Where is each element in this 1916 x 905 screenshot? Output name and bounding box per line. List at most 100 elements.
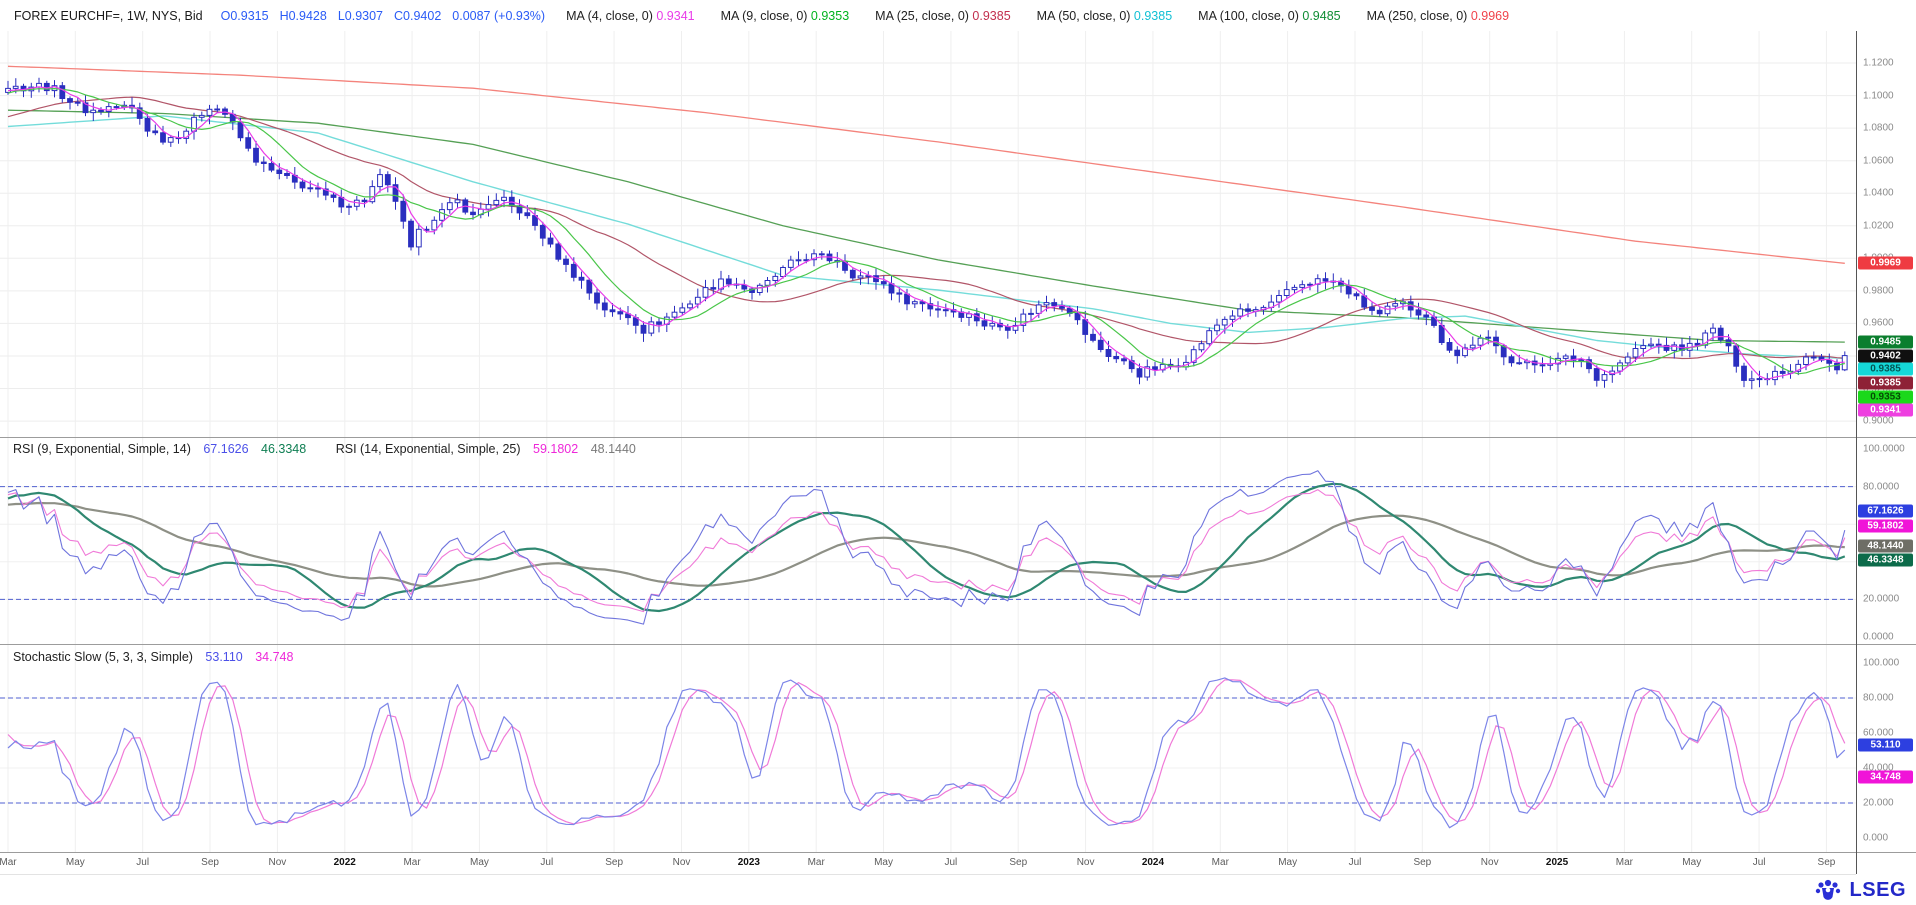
candle-body (1091, 334, 1096, 340)
candle-body (1517, 363, 1522, 364)
candle-body (1122, 359, 1127, 361)
ma-legend-value: 0.9341 (656, 9, 694, 23)
time-label: Nov (1077, 857, 1095, 868)
ma-legend-label: MA (4, close, 0) (566, 9, 656, 23)
candle-body (1284, 290, 1289, 296)
time-label: Nov (673, 857, 691, 868)
stochastic-axis[interactable]: 100.00080.00060.00040.00020.0000.00053.1… (1857, 644, 1916, 852)
candle-body (1106, 350, 1111, 357)
candle-body (1618, 363, 1623, 371)
candle-body (943, 310, 948, 311)
axis-value-tag: 46.3348 (1858, 554, 1913, 567)
lseg-logo: LSEG (1813, 878, 1906, 902)
candle-body (912, 302, 917, 304)
instrument-title: FOREX EURCHF=, 1W, NYS, Bid (14, 9, 203, 23)
ma-legend-value: 0.9385 (972, 9, 1010, 23)
candle-body (688, 304, 693, 308)
candle-body (595, 293, 600, 303)
axis-value-tag: 0.9341 (1858, 404, 1913, 417)
time-label: May (470, 857, 489, 868)
ma-legend-label: MA (250, close, 0) (1367, 9, 1471, 23)
candle-body (416, 229, 421, 247)
candle-body (1486, 337, 1491, 338)
candle-body (1509, 357, 1514, 363)
axis-border (1856, 31, 1857, 874)
candle-body (401, 201, 406, 221)
price-axis[interactable]: 1.12001.10001.08001.06001.04001.02001.00… (1857, 30, 1916, 437)
candle-body (168, 138, 173, 143)
axis-tick-label: 20.0000 (1863, 594, 1899, 605)
candle-body (1734, 346, 1739, 366)
candle-body (819, 254, 824, 255)
stochastic-chart[interactable] (0, 645, 1856, 852)
time-label: Sep (1009, 857, 1027, 868)
candle-body (1036, 305, 1041, 314)
axis-tick-label: 1.0200 (1863, 220, 1894, 231)
ma-legend-value: 0.9353 (811, 9, 849, 23)
candle-body (254, 148, 259, 162)
candle-body (788, 260, 793, 267)
lseg-crest-icon (1813, 878, 1843, 902)
high-value: H0.9428 (280, 9, 327, 23)
candle-body (331, 195, 336, 197)
candle-body (618, 312, 623, 314)
candle-body (1718, 328, 1723, 340)
candle-body (60, 86, 65, 99)
low-value: L0.9307 (338, 9, 383, 23)
axis-tick-label: 0.0000 (1863, 632, 1894, 643)
candle-body (1044, 303, 1049, 305)
candle-body (339, 197, 344, 207)
time-label: 2024 (1142, 857, 1164, 868)
candle-body (13, 86, 18, 88)
rsi-signal-1: 46.3348 (261, 442, 306, 456)
axis-tick-label: 0.9600 (1863, 318, 1894, 329)
candle-body (1424, 315, 1429, 317)
candle-body (440, 210, 445, 221)
candle-body (1385, 306, 1390, 314)
stochastic-d-value: 34.748 (255, 650, 293, 664)
axis-tick-label: 80.000 (1863, 693, 1894, 704)
candle-body (773, 276, 778, 280)
candle-body (1656, 344, 1661, 345)
candle-body (680, 308, 685, 312)
candles-group (6, 78, 1848, 390)
time-label: 2025 (1546, 857, 1568, 868)
candle-body (695, 297, 700, 304)
rsi-axis[interactable]: 100.000080.000060.000040.000020.00000.00… (1857, 437, 1916, 644)
axis-value-tag: 0.9385 (1858, 376, 1913, 389)
panel-separator[interactable] (0, 437, 1916, 438)
candle-body (1300, 285, 1305, 288)
candle-body (1098, 340, 1103, 349)
ma-legend-value: 0.9385 (1134, 9, 1172, 23)
time-label: May (874, 857, 893, 868)
candle-body (1757, 379, 1762, 380)
time-axis[interactable]: MarMayJulSepNov2022MarMayJulSepNov2023Ma… (0, 853, 1856, 874)
candlestick-chart[interactable] (0, 31, 1856, 437)
panel-separator[interactable] (0, 644, 1916, 645)
time-label: Mar (808, 857, 825, 868)
candle-body (1780, 371, 1785, 373)
candle-body (153, 131, 158, 133)
ma-legend-label: MA (9, close, 0) (721, 9, 811, 23)
axis-value-tag: 53.110 (1858, 739, 1913, 752)
rsi-title-1: RSI (9, Exponential, Simple, 14) (13, 442, 191, 456)
candle-body (199, 115, 204, 117)
time-label: Sep (201, 857, 219, 868)
rsi-chart[interactable] (0, 438, 1856, 644)
candle-body (1478, 338, 1483, 345)
time-label: Mar (1212, 857, 1229, 868)
candle-body (161, 133, 166, 142)
candle-body (672, 312, 677, 317)
candle-body (1625, 357, 1630, 363)
candle-body (1742, 366, 1747, 380)
open-value: O0.9315 (221, 9, 269, 23)
time-label: Nov (1481, 857, 1499, 868)
candle-body (447, 203, 452, 210)
candle-body (1346, 286, 1351, 294)
ma-legend-value: 0.9969 (1471, 9, 1509, 23)
axis-value-tag: 34.748 (1858, 771, 1913, 784)
axis-tick-label: 1.0600 (1863, 155, 1894, 166)
ma-legend-label: MA (100, close, 0) (1198, 9, 1302, 23)
candle-body (587, 280, 592, 293)
candle-body (1649, 344, 1654, 345)
